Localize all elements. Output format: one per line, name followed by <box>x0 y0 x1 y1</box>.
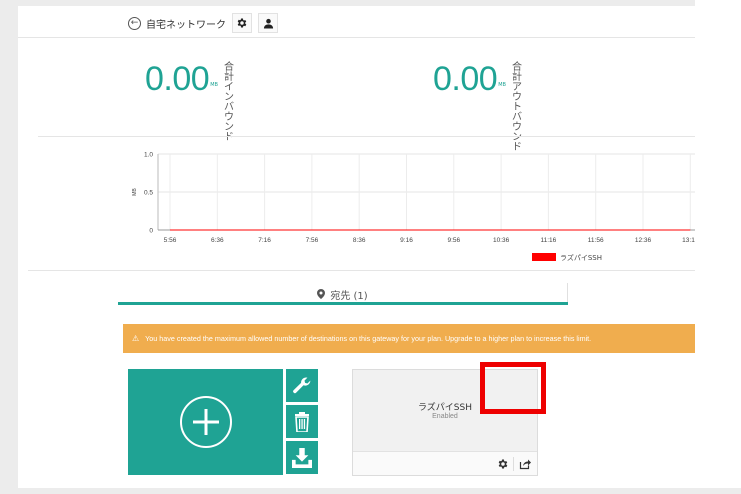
chart-x-tick-label: 10:36 <box>493 237 510 244</box>
header-divider <box>18 37 695 38</box>
chart-x-tick-label: 13:16 <box>682 237 695 244</box>
warning-triangle-icon: ⚠ <box>132 334 140 343</box>
chart-y-tick-label: 0.5 <box>144 190 153 197</box>
chart-x-tick-label: 9:56 <box>447 237 460 244</box>
add-destination-button[interactable] <box>128 369 283 475</box>
chart-x-tick-label: 7:56 <box>306 237 319 244</box>
inbound-unit: MB <box>210 82 218 88</box>
gear-icon[interactable] <box>497 458 509 470</box>
left-gutter <box>0 0 18 494</box>
plan-limit-warning: ⚠ You have created the maximum allowed n… <box>123 324 695 353</box>
destination-card-footer <box>353 451 537 475</box>
chart-x-tick-label: 7:16 <box>258 237 271 244</box>
outbound-stat: 0.00 MB 合計アウトバウンド <box>433 62 523 153</box>
chart-x-tick-label: 11:56 <box>588 237 604 244</box>
traffic-chart-svg: 1.0 0.5 0 MB 5:56 6:36 7:16 7:56 8:36 9:16 9:56 10:… <box>132 152 695 262</box>
trash-icon <box>295 411 309 432</box>
chart-x-tick-label: 8:36 <box>353 237 366 244</box>
warning-text: You have created the maximum allowed num… <box>145 334 592 343</box>
user-button[interactable] <box>258 13 278 33</box>
chart-divider <box>28 270 695 271</box>
chart-legend-swatch <box>532 253 556 261</box>
map-pin-icon <box>317 289 326 299</box>
outbound-label: 合計アウトバウンド <box>511 62 522 153</box>
download-button[interactable] <box>286 441 318 474</box>
chart-x-tick-label: 5:56 <box>164 237 177 244</box>
chart-x-tick-label: 9:16 <box>400 237 413 244</box>
highlight-annotation-box <box>480 362 546 414</box>
bottom-gutter <box>0 488 741 494</box>
gateway-title: 自宅ネットワーク <box>146 19 226 31</box>
inbound-value: 0.00 <box>145 60 210 98</box>
inbound-stat: 0.00 MB 合計インバウンド <box>145 62 235 143</box>
gateway-header: ← 自宅ネットワーク <box>128 12 284 34</box>
chart-y-tick-label: 1.0 <box>144 152 153 159</box>
download-icon <box>292 447 312 468</box>
share-icon[interactable] <box>519 458 531 470</box>
destination-status: Enabled <box>432 413 458 420</box>
footer-separator <box>513 457 514 471</box>
traffic-chart: 1.0 0.5 0 MB 5:56 6:36 7:16 7:56 8:36 9:16 9:56 10:… <box>128 148 695 270</box>
app-frame: ← 自宅ネットワーク 0.00 MB 合計インバウンド 0.00 MB 合計アウ… <box>0 0 741 494</box>
stats-divider <box>38 136 695 137</box>
gear-icon <box>237 18 247 28</box>
outbound-value: 0.00 <box>433 60 498 98</box>
chart-y-axis-label: MB <box>132 188 138 196</box>
wrench-icon <box>293 376 311 393</box>
user-icon <box>263 18 273 29</box>
chart-x-tick-label: 12:36 <box>635 237 652 244</box>
chart-x-tick-label: 6:36 <box>211 237 224 244</box>
back-circle-icon[interactable]: ← <box>128 16 141 30</box>
delete-button[interactable] <box>286 405 318 438</box>
settings-button[interactable] <box>232 13 252 33</box>
plus-circle-icon <box>179 396 232 448</box>
edit-button[interactable] <box>286 369 318 402</box>
chart-x-tick-label: 11:16 <box>541 237 557 244</box>
chart-legend-label: ラズパイSSH <box>560 253 602 262</box>
chart-y-tick-label: 0 <box>149 228 153 235</box>
tab-active-indicator <box>118 302 568 305</box>
outbound-unit: MB <box>498 82 506 88</box>
inbound-label: 合計インバウンド <box>223 62 234 143</box>
tab-destinations-label: 宛先 (1) <box>330 290 368 302</box>
